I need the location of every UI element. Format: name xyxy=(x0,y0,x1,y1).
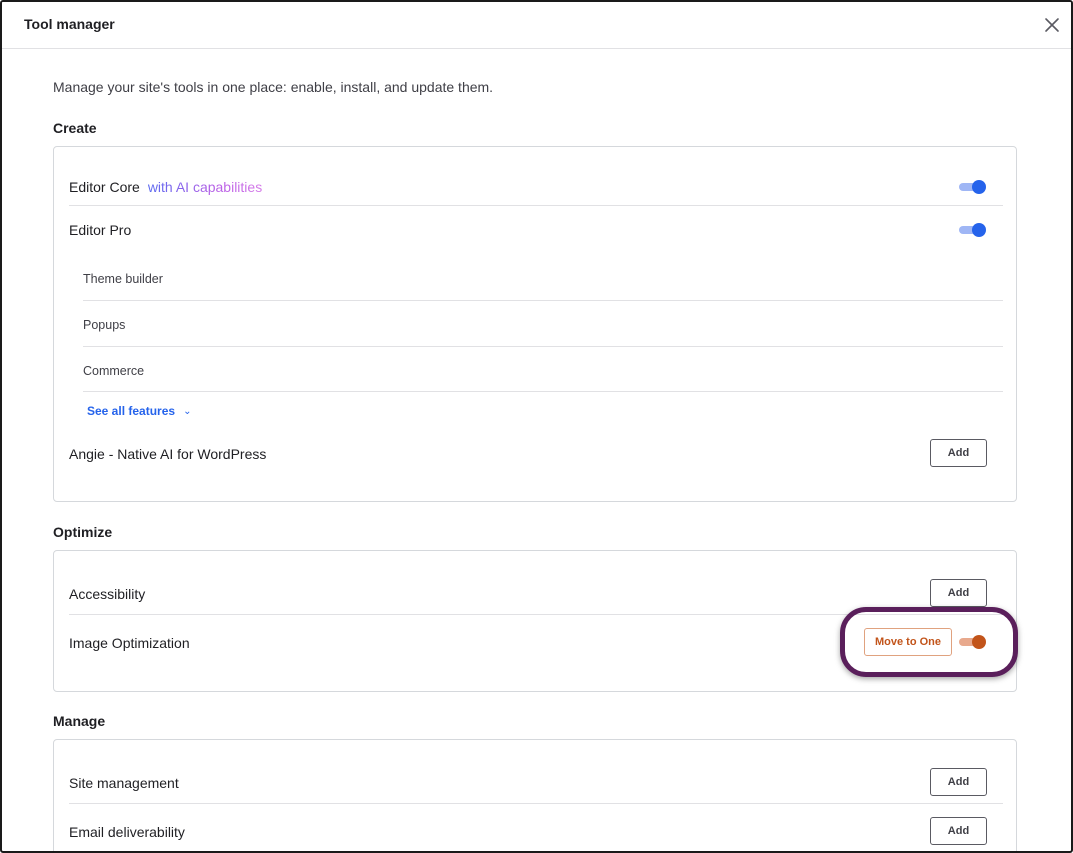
create-card: Editor Core with AI capabilities Editor P… xyxy=(53,146,1017,502)
divider xyxy=(83,391,1003,392)
manage-card: Site management Add Email deliverability… xyxy=(53,739,1017,851)
feature-popups: Popups xyxy=(83,318,126,332)
angie-add-button[interactable]: Add xyxy=(930,439,987,467)
divider xyxy=(69,205,1003,206)
feature-theme-builder: Theme builder xyxy=(83,272,163,286)
divider xyxy=(83,300,1003,301)
modal-title: Tool manager xyxy=(24,16,115,32)
accessibility-label: Accessibility xyxy=(69,586,146,602)
chevron-down-icon: ⌄ xyxy=(183,406,192,417)
section-title-create: Create xyxy=(53,120,97,136)
image-optimization-label: Image Optimization xyxy=(69,635,190,651)
email-deliverability-label: Email deliverability xyxy=(69,824,185,840)
editor-pro-toggle[interactable] xyxy=(959,223,987,237)
see-all-features-link[interactable]: See all features ⌄ xyxy=(87,404,191,418)
intro-text: Manage your site's tools in one place: e… xyxy=(53,79,494,95)
section-title-optimize: Optimize xyxy=(53,524,113,540)
site-management-add-button[interactable]: Add xyxy=(930,768,987,796)
angie-label: Angie - Native AI for WordPress xyxy=(69,446,267,462)
close-icon xyxy=(1045,18,1059,32)
editor-pro-label: Editor Pro xyxy=(69,222,132,238)
accessibility-add-button[interactable]: Add xyxy=(930,579,987,607)
editor-core-toggle[interactable] xyxy=(959,180,987,194)
highlight-annotation xyxy=(840,607,1018,677)
editor-core-label: Editor Core with AI capabilities xyxy=(69,179,263,195)
email-deliverability-add-button[interactable]: Add xyxy=(930,817,987,845)
modal-header: Tool manager xyxy=(2,2,1071,49)
divider xyxy=(83,346,1003,347)
site-management-label: Site management xyxy=(69,775,179,791)
divider xyxy=(69,803,1003,804)
feature-commerce: Commerce xyxy=(83,364,145,378)
ai-capabilities-tag: with AI capabilities xyxy=(147,179,263,195)
section-title-manage: Manage xyxy=(53,713,106,729)
close-button[interactable] xyxy=(1041,14,1063,36)
tool-manager-modal: Tool manager Manage your site's tools in… xyxy=(0,0,1073,853)
